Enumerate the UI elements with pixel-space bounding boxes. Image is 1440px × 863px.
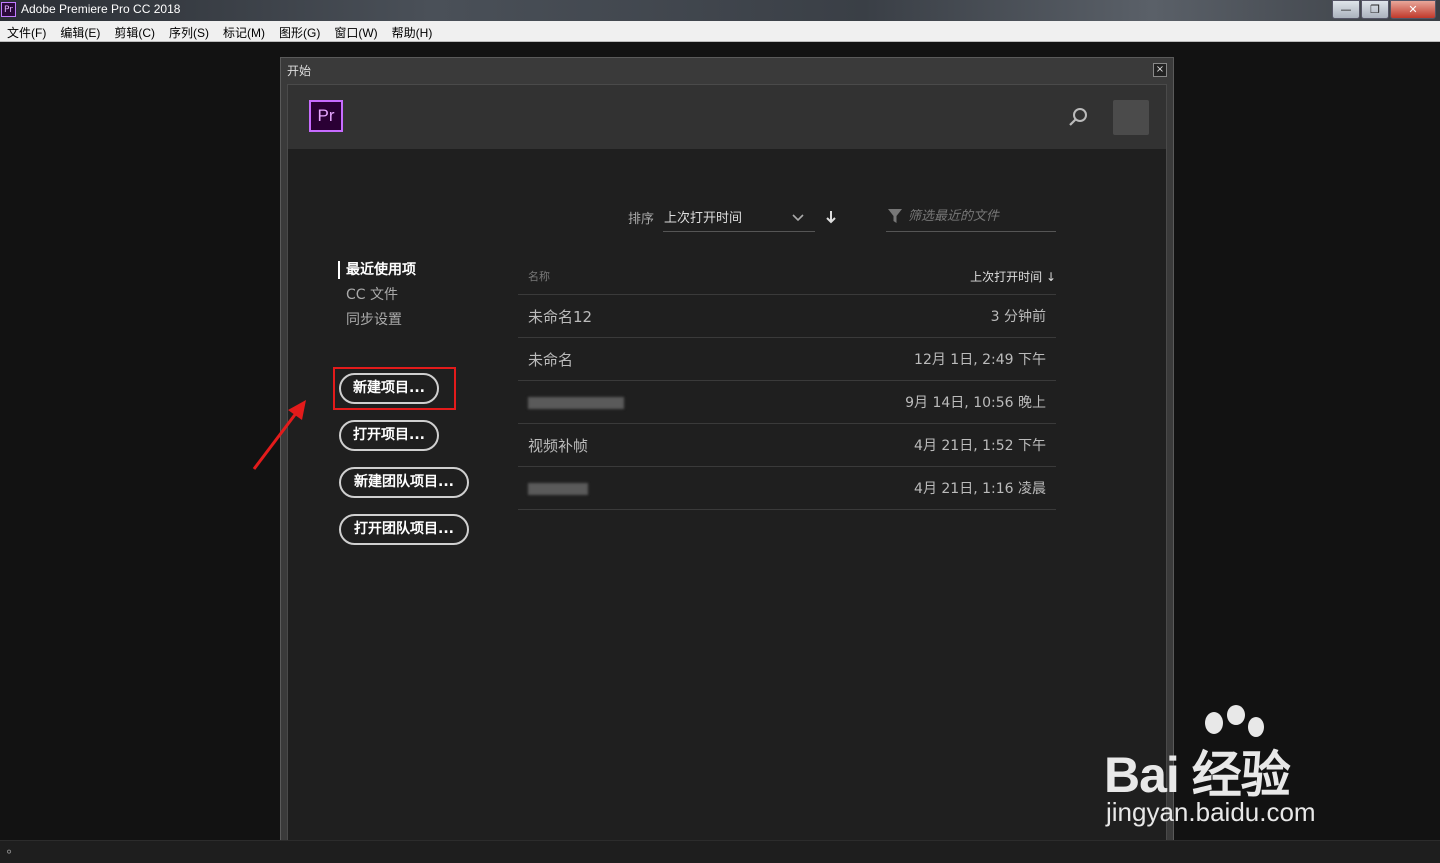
file-name: 未命名 (528, 351, 574, 369)
menu-markers[interactable]: 标记(M) (216, 21, 272, 41)
arrow-down-icon[interactable] (824, 209, 838, 225)
search-icon[interactable] (1067, 105, 1091, 129)
start-header: Pr (288, 85, 1166, 149)
table-row[interactable]: 4月 21日, 1:16 凌晨 (518, 467, 1056, 510)
file-time: 4月 21日, 1:52 下午 (914, 438, 1046, 454)
start-screen: Pr 排序 上次打开时间 最近使用项 (287, 84, 1167, 863)
filter-box (886, 202, 1056, 232)
baidu-watermark: Bai 经验 jingyan.baidu.com (1104, 705, 1364, 835)
menu-graphics[interactable]: 图形(G) (272, 21, 327, 41)
creative-cloud-icon[interactable]: ⚬ (4, 845, 14, 859)
chevron-down-icon (792, 214, 804, 222)
avatar[interactable] (1113, 100, 1149, 135)
new-team-project-button[interactable]: 新建团队项目... (339, 467, 469, 498)
sort-label: 排序 (628, 212, 655, 227)
menu-window[interactable]: 窗口(W) (327, 21, 384, 41)
table-row[interactable]: 未命名 12月 1日, 2:49 下午 (518, 338, 1056, 381)
premiere-logo: Pr (309, 100, 343, 132)
menu-clip[interactable]: 剪辑(C) (107, 21, 162, 41)
premiere-app-icon: Pr (1, 2, 16, 17)
column-name-header[interactable]: 名称 (528, 268, 550, 284)
start-dialog: 开始 × Pr 排序 上次打开时间 筛选最近的文件 最近使用项 CC 文件 同步… (280, 57, 1174, 863)
open-team-project-button[interactable]: 打开团队项目... (339, 514, 469, 545)
file-name: 未命名12 (528, 308, 593, 326)
menu-edit[interactable]: 编辑(E) (53, 21, 107, 41)
dialog-title: 开始 (287, 64, 312, 78)
annotation-arrow-icon (252, 400, 306, 470)
recent-files-table: 名称 上次打开时间 ↓ 未命名12 3 分钟前 未命名 12月 1日, 2:49… (518, 260, 1056, 510)
file-time: 9月 14日, 10:56 晚上 (905, 395, 1046, 411)
status-bar: ⚬ (0, 840, 1440, 863)
sort-dropdown[interactable]: 上次打开时间 (663, 202, 815, 232)
table-row[interactable]: 视频补帧 4月 21日, 1:52 下午 (518, 424, 1056, 467)
window-controls: — ❐ ✕ (1331, 0, 1436, 19)
minimize-icon[interactable]: — (1332, 0, 1360, 19)
window-title: Adobe Premiere Pro CC 2018 (21, 2, 181, 16)
left-nav: 最近使用项 CC 文件 同步设置 (338, 260, 416, 335)
sort-value: 上次打开时间 (664, 211, 743, 226)
open-project-button[interactable]: 打开项目... (339, 420, 439, 451)
filter-icon (888, 209, 902, 223)
nav-recent[interactable]: 最近使用项 (338, 260, 416, 285)
title-bar: Pr Adobe Premiere Pro CC 2018 — ❐ ✕ (0, 0, 1440, 21)
menu-file[interactable]: 文件(F) (0, 21, 53, 41)
column-time-header[interactable]: 上次打开时间 ↓ (970, 268, 1056, 285)
dialog-close-icon[interactable]: × (1153, 63, 1167, 77)
nav-sync-settings[interactable]: 同步设置 (338, 310, 416, 335)
new-project-button[interactable]: 新建项目... (339, 373, 439, 404)
menu-help[interactable]: 帮助(H) (385, 21, 440, 41)
nav-cc-files[interactable]: CC 文件 (338, 285, 416, 310)
table-row[interactable]: 未命名12 3 分钟前 (518, 295, 1056, 338)
blurred-file-name (528, 483, 588, 495)
maximize-icon[interactable]: ❐ (1361, 0, 1389, 19)
table-header: 名称 上次打开时间 ↓ (518, 260, 1056, 295)
watermark-url: jingyan.baidu.com (1106, 797, 1316, 827)
close-icon[interactable]: ✕ (1390, 0, 1436, 19)
filter-input[interactable] (908, 206, 1053, 226)
table-row[interactable]: 9月 14日, 10:56 晚上 (518, 381, 1056, 424)
file-name: 视频补帧 (528, 437, 589, 455)
file-time: 4月 21日, 1:16 凌晨 (914, 481, 1046, 497)
menu-sequence[interactable]: 序列(S) (162, 21, 216, 41)
file-time: 3 分钟前 (990, 309, 1046, 325)
blurred-file-name (528, 397, 624, 409)
file-time: 12月 1日, 2:49 下午 (914, 352, 1046, 368)
menu-bar: 文件(F) 编辑(E) 剪辑(C) 序列(S) 标记(M) 图形(G) 窗口(W… (0, 21, 1440, 42)
